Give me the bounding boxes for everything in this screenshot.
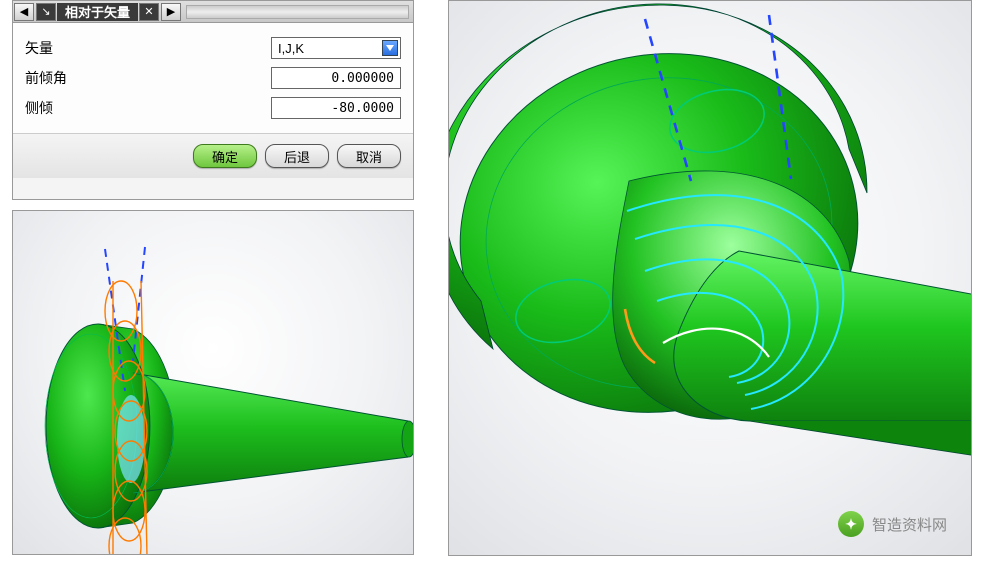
watermark: ✦ 智造资料网	[838, 511, 947, 537]
wechat-icon: ✦	[838, 511, 864, 537]
dialog-title: 相对于矢量	[57, 3, 138, 21]
ok-button[interactable]: 确定	[193, 144, 257, 168]
vector-dropdown[interactable]: I,J,K	[271, 37, 401, 59]
dialog-body: 矢量 I,J,K 前倾角 侧倾	[13, 23, 413, 133]
tilt-angle-input[interactable]	[271, 97, 401, 119]
close-icon[interactable]: ✕	[139, 3, 159, 21]
back-button[interactable]: 后退	[265, 144, 329, 168]
cancel-button[interactable]: 取消	[337, 144, 401, 168]
vector-label: 矢量	[25, 38, 271, 58]
dialog-header: ◀ ↘ 相对于矢量 ✕ ▶	[13, 1, 413, 23]
row-tilt-angle: 侧倾	[25, 93, 401, 123]
nav-prev-button[interactable]: ◀	[14, 3, 34, 21]
nav-next-button[interactable]: ▶	[161, 3, 181, 21]
lead-angle-input[interactable]	[271, 67, 401, 89]
dialog-buttons: 确定 后退 取消	[13, 133, 413, 178]
lead-label: 前倾角	[25, 68, 271, 88]
chevron-down-icon	[382, 40, 398, 56]
watermark-text: 智造资料网	[872, 514, 947, 535]
tilt-label: 侧倾	[25, 98, 271, 118]
vector-dialog: ◀ ↘ 相对于矢量 ✕ ▶ 矢量 I,J,K 前倾角 侧倾 确定 后退 取消	[12, 0, 414, 200]
model-closeup-svg	[449, 1, 972, 556]
viewport-closeup[interactable]: ✦ 智造资料网	[448, 0, 972, 556]
vector-value: I,J,K	[278, 41, 382, 56]
header-spacer	[186, 5, 409, 19]
viewport-toolpath-side[interactable]	[12, 210, 414, 555]
model-side-svg	[13, 211, 414, 555]
nav-current-button[interactable]: ↘	[36, 3, 56, 21]
row-lead-angle: 前倾角	[25, 63, 401, 93]
row-vector: 矢量 I,J,K	[25, 33, 401, 63]
